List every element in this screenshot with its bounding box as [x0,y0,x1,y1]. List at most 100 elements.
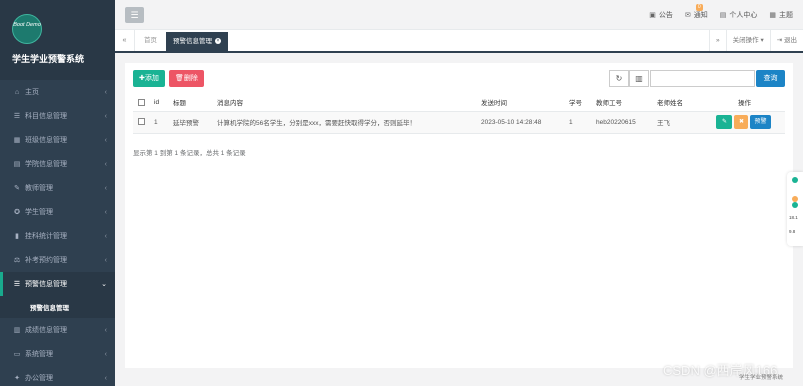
profile-link[interactable]: ▤ 个人中心 [720,10,758,20]
sidebar-item[interactable]: ✎ 教师管理 ‹ [0,176,115,200]
chevron-left-icon: ‹ [104,374,107,382]
logout-button[interactable]: ⇥ 退出 [769,30,803,51]
remove-button[interactable]: ✖ [734,115,749,129]
delete-button[interactable]: 🗑删除 [169,70,204,87]
add-label: 添加 [144,75,159,82]
notify-label: 通知 [693,12,708,19]
cell-student-no: 1 [564,111,591,134]
floating-monitor-widget[interactable]: 18.1 9.8 [787,172,803,246]
widget-value-2: 9.8 [789,229,796,234]
sidebar-item-label: 成绩信息管理 [25,327,67,334]
col-title[interactable]: 标题 [168,94,212,112]
double-chevron-left-icon: « [122,37,127,44]
notice-label: 公告 [658,12,673,19]
chevron-left-icon: ‹ [104,208,107,216]
footer-system-name: 学生学业预警系统 [739,375,784,381]
hamburger-icon: ☰ [130,10,139,20]
top-links: ▣ 公告 ✉ 0 通知 ▤ 个人中心 ▦ 主题 [637,0,793,30]
table-row[interactable]: 1 延毕预警 计算机学院的56名学生，分别是xxx，需要赶快取得学分，否则延毕！… [133,111,785,134]
chevron-left-icon: ‹ [104,232,107,240]
tabs-scroll-right-button[interactable]: » [709,30,726,51]
trash-icon: 🗑 [175,75,184,82]
theme-label: 主题 [779,12,793,19]
sidebar-item[interactable]: ☰ 科目信息管理 ‹ [0,104,115,128]
envelope-icon: ✉ [684,12,691,19]
sidebar-item[interactable]: ▦ 班级信息管理 ‹ [0,128,115,152]
chevron-left-icon: ‹ [104,326,107,334]
col-teacher-name[interactable]: 老师姓名 [652,94,704,112]
delete-label: 删除 [183,75,198,82]
tabs-bar: « 首页 预警信息管理 × » 关闭操作 ▾ ⇥ 退出 [115,30,803,53]
theme-link[interactable]: ▦ 主题 [769,10,793,20]
tabs-scroll-left-button[interactable]: « [115,30,135,51]
chevron-left-icon: ‹ [104,256,107,264]
system-title: 学生学业预警系统 [12,54,85,64]
sidebar-item-label: 补考预约管理 [25,257,67,264]
chevron-left-icon: ‹ [104,184,107,192]
cell-time: 2023-05-10 14:28:48 [476,111,564,134]
content-card: ✚添加 🗑删除 ↻ ▥ 查询 id 标题 消息内容 发送时间 学号 教师工号 老… [125,63,793,368]
sidebar-item[interactable]: ✪ 学生管理 ‹ [0,200,115,224]
columns-button[interactable]: ▥ [629,70,649,87]
col-actions: 操作 [704,94,785,112]
notice-link[interactable]: ▣ 公告 [649,10,673,20]
sidebar-subitem-warning-info[interactable]: 预警信息管理 [0,296,115,318]
edit-button[interactable]: ✎ [716,115,733,129]
menu-toggle-button[interactable]: ☰ [125,7,144,23]
sidebar-item[interactable]: ⌂ 主页 ‹ [0,80,115,104]
col-content[interactable]: 消息内容 [212,94,476,112]
cell-teacher-no: heb20220615 [591,111,652,134]
search-input[interactable] [650,70,755,87]
student-icon: ✪ [14,209,20,216]
sidebar-item[interactable]: ▤ 学院信息管理 ‹ [0,152,115,176]
close-icon[interactable]: × [215,38,221,45]
sidebar-item-label: 班级信息管理 [25,137,67,144]
sidebar-item-label: 办公管理 [25,375,53,382]
sidebar-item-label: 教师管理 [25,185,53,192]
select-all-checkbox-cell[interactable] [133,94,149,112]
stats-icon: ▮ [15,233,19,240]
row-checkbox[interactable] [137,118,145,126]
sidebar-menu: ⌂ 主页 ‹ ☰ 科目信息管理 ‹ ▦ 班级信息管理 ‹ ▤ 学院信息管理 ‹ ✎ 教师管理 ‹ ✪ 学生管理 ‹… [0,80,115,386]
sidebar-item[interactable]: ☰ 预警信息管理 ⌄ [0,272,115,296]
close-ops-dropdown[interactable]: 关闭操作 ▾ [725,30,770,51]
calendar-icon: ▦ [13,137,21,144]
sidebar-item[interactable]: ⚖ 补考预约管理 ‹ [0,248,115,272]
row-checkbox-cell[interactable] [133,111,149,134]
cell-content: 计算机学院的56名学生，分别是xxx，需要赶快取得学分，否则延毕！ [212,111,476,134]
col-time[interactable]: 发送时间 [476,94,564,112]
tab-home[interactable]: 首页 [135,30,166,51]
sidebar-item-label: 系统管理 [25,351,53,358]
add-button[interactable]: ✚添加 [133,70,165,87]
search-button[interactable]: 查询 [756,70,785,87]
table-header-row: id 标题 消息内容 发送时间 学号 教师工号 老师姓名 操作 [133,94,785,112]
sidebar-item[interactable]: ▥ 成绩信息管理 ‹ [0,318,115,342]
refresh-button[interactable]: ↻ [609,70,629,87]
teacher-icon: ✎ [14,185,20,192]
notify-link[interactable]: ✉ 0 通知 [684,4,708,20]
brand: Boot Demo 学生学业预警系统 [0,0,115,80]
col-id[interactable]: id [149,94,168,112]
columns-icon: ▥ [635,74,643,83]
close-icon: ✖ [738,119,744,125]
document-icon: ▤ [13,161,21,168]
profile-label: 个人中心 [729,12,758,19]
sidebar-item-label: 学生管理 [25,209,53,216]
monitor-icon: ▭ [13,351,21,358]
sidebar-item[interactable]: ▭ 系统管理 ‹ [0,342,115,366]
sidebar-item[interactable]: ✦ 办公管理 ‹ [0,366,115,386]
sidebar-item[interactable]: ▮ 挂科统计管理 ‹ [0,224,115,248]
select-all-checkbox[interactable] [137,98,145,106]
cell-actions: ✎ ✖ 预警 [704,111,785,134]
sidebar: Boot Demo 学生学业预警系统 ⌂ 主页 ‹ ☰ 科目信息管理 ‹ ▦ 班级信息管理 ‹ ▤… [0,0,115,386]
tabs-right-controls: » 关闭操作 ▾ ⇥ 退出 [709,30,803,51]
col-student-no[interactable]: 学号 [564,94,591,112]
col-teacher-no[interactable]: 教师工号 [591,94,652,112]
sidebar-item-label: 科目信息管理 [25,113,67,120]
warn-button[interactable]: 预警 [750,115,771,129]
bar-chart-icon: ▥ [13,327,21,334]
cell-teacher-name: 王飞 [652,111,704,134]
warning-table: id 标题 消息内容 发送时间 学号 教师工号 老师姓名 操作 1 延毕预警 计… [133,94,785,134]
logo: Boot Demo [12,14,42,44]
tab-warning-info[interactable]: 预警信息管理 × [166,32,228,51]
